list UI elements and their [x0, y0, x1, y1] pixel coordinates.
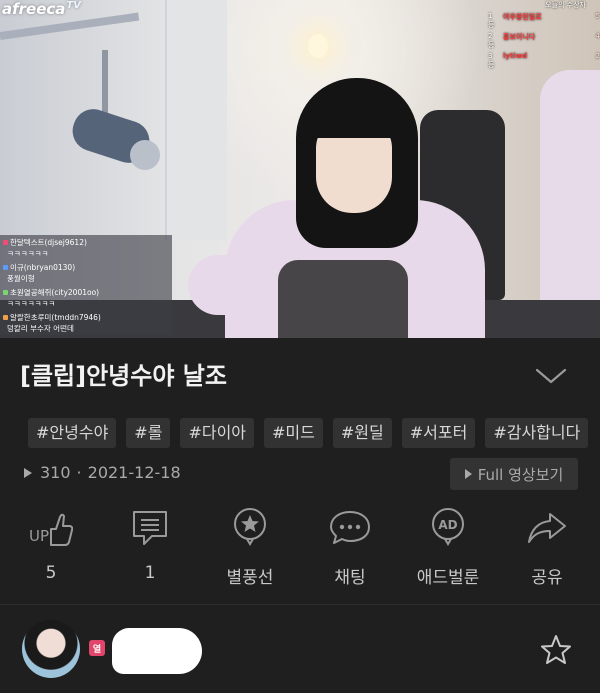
- chat-user: 알랄한초루미(tmddn7946): [10, 313, 101, 322]
- ranking-row: 2등 흥보이니다 4: [488, 32, 600, 50]
- channel-row: 열: [0, 606, 600, 693]
- up-button[interactable]: UP 5: [1, 505, 101, 595]
- tag-list: #안녕수야 #롤 #다이아 #미드 #원딜 #서포터 #감사합니다: [28, 418, 600, 450]
- ranking-name: 흥보이니다: [503, 33, 536, 41]
- video-frame-sweater-pattern: [278, 260, 408, 338]
- video-frame-lamp: [308, 34, 328, 58]
- video-frame-mic-head: [130, 140, 160, 170]
- tag[interactable]: #다이아: [180, 418, 255, 448]
- avatar[interactable]: [22, 620, 80, 678]
- meta-separator: ·: [76, 463, 82, 482]
- chat-text: ㅋㅋㅋㅋㅋㅋㅋ: [7, 299, 56, 308]
- chat-text: ㅋㅋㅋㅋㅋㅋ: [7, 249, 49, 258]
- video-frame-door: [165, 0, 227, 240]
- chat-user: 한달텍스트(djsej9612): [10, 238, 87, 247]
- ranking-row: 3등 lytiwd 2: [488, 52, 600, 70]
- video-frame-mic-pole: [102, 50, 108, 120]
- up-count: 5: [45, 563, 57, 583]
- ranking-name: lytiwd: [503, 52, 528, 60]
- chat-badge-icon: [3, 290, 8, 295]
- play-count-icon: [24, 467, 32, 478]
- chat-icon: [330, 511, 370, 544]
- video-frame-pink-chair: [540, 70, 600, 338]
- video-player[interactable]: afreecaTV 오늘의 수상자 1등 여우왕된일로 5 2등 흥보이니다 4…: [0, 0, 600, 338]
- star-outline-icon[interactable]: [540, 634, 572, 666]
- ranking-row: 1등 여우왕된일로 5: [488, 12, 600, 30]
- ranking-rank: 1등: [488, 12, 495, 29]
- chat-message: 알랄한초루미(tmddn7946) 덩칼리 부수자 어떤데: [3, 312, 169, 334]
- fan-badge: 열: [89, 640, 105, 656]
- ad-balloon-label: 애드벌룬: [416, 568, 480, 588]
- comment-count: 1: [144, 563, 156, 583]
- play-icon: [464, 469, 472, 479]
- chat-badge-icon: [3, 265, 8, 270]
- chevron-down-icon[interactable]: [534, 366, 568, 386]
- chat-message: 한달텍스트(djsej9612) ㅋㅋㅋㅋㅋㅋ: [3, 237, 169, 259]
- chat-message: 초원열공해쥐(city2001oo) ㅋㅋㅋㅋㅋㅋㅋ: [3, 287, 169, 309]
- star-balloon-button[interactable]: 별풍선: [200, 505, 300, 595]
- ranking-rank: 2등: [488, 32, 495, 49]
- tag[interactable]: #원딜: [332, 418, 392, 448]
- chat-button[interactable]: 채팅: [300, 505, 400, 595]
- ranking-overlay: 오늘의 수상자 1등 여우왕된일로 5 2등 흥보이니다 4 3등 lytiwd…: [488, 0, 600, 69]
- thumbs-up-icon: UP: [29, 513, 73, 546]
- tag[interactable]: #미드: [264, 418, 323, 448]
- ranking-name: 여우왕된일로: [503, 13, 542, 21]
- logo-tv: TV: [66, 0, 81, 11]
- full-video-button[interactable]: Full 영상보기: [450, 458, 578, 490]
- clip-meta: 310 · 2021-12-18: [24, 463, 181, 482]
- chat-badge-icon: [3, 315, 8, 320]
- tag[interactable]: #감사합니다: [485, 418, 589, 448]
- divider: [0, 604, 600, 605]
- comments-button[interactable]: 1: [100, 505, 200, 595]
- ranking-title: 오늘의 수상자: [545, 1, 586, 9]
- view-count: 310: [40, 463, 71, 482]
- logo-text: afreeca: [2, 0, 66, 18]
- tag[interactable]: #안녕수야: [28, 418, 117, 448]
- star-balloon-icon: [234, 508, 266, 546]
- comment-icon: [133, 511, 167, 545]
- full-video-label: Full 영상보기: [477, 465, 564, 484]
- chat-user: 초원열공해쥐(city2001oo): [10, 288, 100, 297]
- video-frame-streamer-arm: [188, 255, 258, 315]
- ad-balloon-icon: AD: [432, 508, 464, 546]
- redacted-channel-name: [112, 628, 202, 674]
- clip-title-row: [클립]안녕수야 날조: [0, 338, 600, 410]
- chat-badge-icon: [3, 240, 8, 245]
- clip-title: [클립]안녕수야 날조: [20, 362, 227, 390]
- ranking-rank: 3등: [488, 52, 495, 69]
- share-label: 공유: [531, 568, 563, 588]
- ranking-value: 2: [595, 52, 600, 60]
- svg-text:UP: UP: [29, 527, 49, 545]
- chat-overlay: 한달텍스트(djsej9612) ㅋㅋㅋㅋㅋㅋ 이규(nbryan0130) 풍…: [0, 235, 172, 335]
- chat-text: 풍월이형: [7, 274, 35, 283]
- upload-date: 2021-12-18: [87, 463, 181, 482]
- chat-message: 이규(nbryan0130) 풍월이형: [3, 262, 169, 284]
- action-bar: UP 5 1 별풍선 채팅 AD 애드벌룬 공유: [0, 505, 600, 595]
- chat-label: 채팅: [334, 568, 366, 588]
- afreecatv-logo: afreecaTV: [2, 0, 81, 18]
- svg-text:AD: AD: [438, 518, 457, 532]
- chat-user: 이규(nbryan0130): [10, 263, 76, 272]
- share-button[interactable]: 공유: [497, 505, 597, 595]
- ranking-value: 4: [595, 32, 600, 40]
- share-icon: [528, 513, 566, 543]
- ranking-value: 5: [595, 12, 600, 20]
- tag[interactable]: #서포터: [401, 418, 476, 448]
- star-balloon-label: 별풍선: [226, 568, 274, 588]
- ad-balloon-button[interactable]: AD 애드벌룬: [398, 505, 498, 595]
- chat-text: 덩칼리 부수자 어떤데: [7, 324, 74, 333]
- tag[interactable]: #롤: [126, 418, 171, 448]
